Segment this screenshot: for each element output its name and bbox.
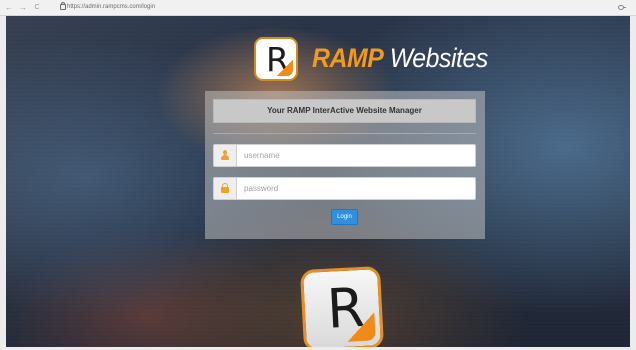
- password-input[interactable]: [244, 178, 469, 199]
- lock-icon: [221, 183, 229, 194]
- ramp-logo-mark: R: [254, 37, 298, 81]
- address-bar[interactable]: https://admin.rampcms.com/login: [67, 3, 155, 12]
- login-panel: Your RAMP InterActive Website Manager Lo…: [205, 91, 485, 239]
- password-addon: [214, 178, 237, 199]
- user-icon: [221, 150, 229, 161]
- back-icon[interactable]: ←: [4, 2, 14, 13]
- secure-lock-icon[interactable]: [60, 2, 66, 10]
- jersey-logo-swoosh: [346, 312, 376, 342]
- forward-icon[interactable]: →: [18, 2, 28, 13]
- logo-swoosh: [277, 60, 293, 76]
- username-input[interactable]: [244, 145, 469, 166]
- login-page: R R RAMP Websites Your RAMP InterActive …: [6, 16, 630, 347]
- username-addon: [214, 145, 237, 166]
- login-button[interactable]: Login: [331, 209, 358, 225]
- divider: [213, 133, 476, 134]
- reload-icon[interactable]: C: [32, 2, 42, 13]
- logo-brand-text: RAMP: [312, 43, 384, 73]
- panel-title: Your RAMP InterActive Website Manager: [213, 99, 476, 123]
- username-field[interactable]: [213, 144, 476, 167]
- key-icon[interactable]: [618, 3, 626, 11]
- ramp-websites-logo: RAMP Websites: [312, 38, 488, 78]
- jersey-logo: R: [299, 265, 385, 347]
- browser-toolbar: ← → C https://admin.rampcms.com/login: [0, 0, 636, 16]
- password-field[interactable]: [213, 177, 476, 200]
- logo-product-text: Websites: [389, 43, 488, 73]
